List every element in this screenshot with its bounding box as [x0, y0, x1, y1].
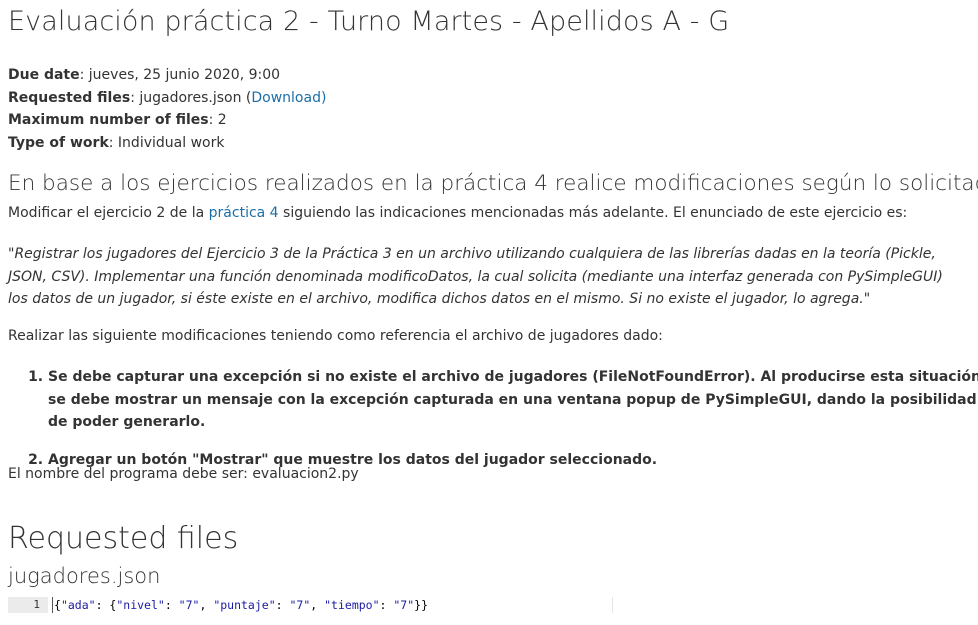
- file-heading: jugadores.json: [8, 564, 161, 588]
- assignment-meta: Due date: jueves, 25 junio 2020, 9:00 Re…: [8, 64, 326, 154]
- requested-files-label: Requested files: [8, 89, 131, 106]
- max-files-label: Maximum number of files: [8, 112, 209, 128]
- requested-files-value: : jugadores.json (: [130, 89, 252, 106]
- intro-paragraph: Modificar el ejercicio 2 de la práctica …: [8, 205, 907, 221]
- program-name-note: El nombre del programa debe ser: evaluac…: [8, 466, 359, 482]
- print-margin-rule: [612, 597, 613, 613]
- download-link[interactable]: Download: [251, 90, 321, 106]
- practica-4-link[interactable]: práctica 4: [209, 205, 279, 221]
- task-item: Se debe capturar una excepción si no exi…: [48, 366, 978, 434]
- download-link-close: ): [320, 89, 327, 106]
- due-date-label: Due date: [8, 67, 80, 83]
- description-heading: En base a los ejercicios realizados en l…: [8, 171, 978, 196]
- intro-text-after: siguiendo las indicaciones mencionadas m…: [278, 205, 908, 221]
- due-date-row: Due date: jueves, 25 junio 2020, 9:00: [8, 64, 326, 87]
- intro-text-before: Modificar el ejercicio 2 de la: [8, 205, 209, 221]
- page-title: Evaluación práctica 2 - Turno Martes - A…: [8, 6, 730, 37]
- code-line[interactable]: {"ada": {"nivel": "7", "puntaje": "7", "…: [52, 597, 428, 613]
- work-type-value: : Individual work: [108, 134, 225, 151]
- requested-files-heading: Requested files: [8, 521, 239, 556]
- code-viewer[interactable]: 1 {"ada": {"nivel": "7", "puntaje": "7",…: [8, 597, 613, 615]
- requested-files-row: Requested files: jugadores.json (Downloa…: [8, 87, 326, 110]
- max-files-row: Maximum number of files: 2: [8, 109, 326, 132]
- max-files-value: : 2: [208, 112, 227, 128]
- work-type-row: Type of work: Individual work: [8, 132, 326, 155]
- work-type-label: Type of work: [8, 134, 109, 151]
- exercise-quote: "Registrar los jugadores del Ejercicio 3…: [8, 246, 943, 307]
- modifications-intro: Realizar las siguiente modificaciones te…: [8, 328, 663, 344]
- due-date-value: : jueves, 25 junio 2020, 9:00: [79, 67, 281, 83]
- line-number: 1: [8, 597, 48, 613]
